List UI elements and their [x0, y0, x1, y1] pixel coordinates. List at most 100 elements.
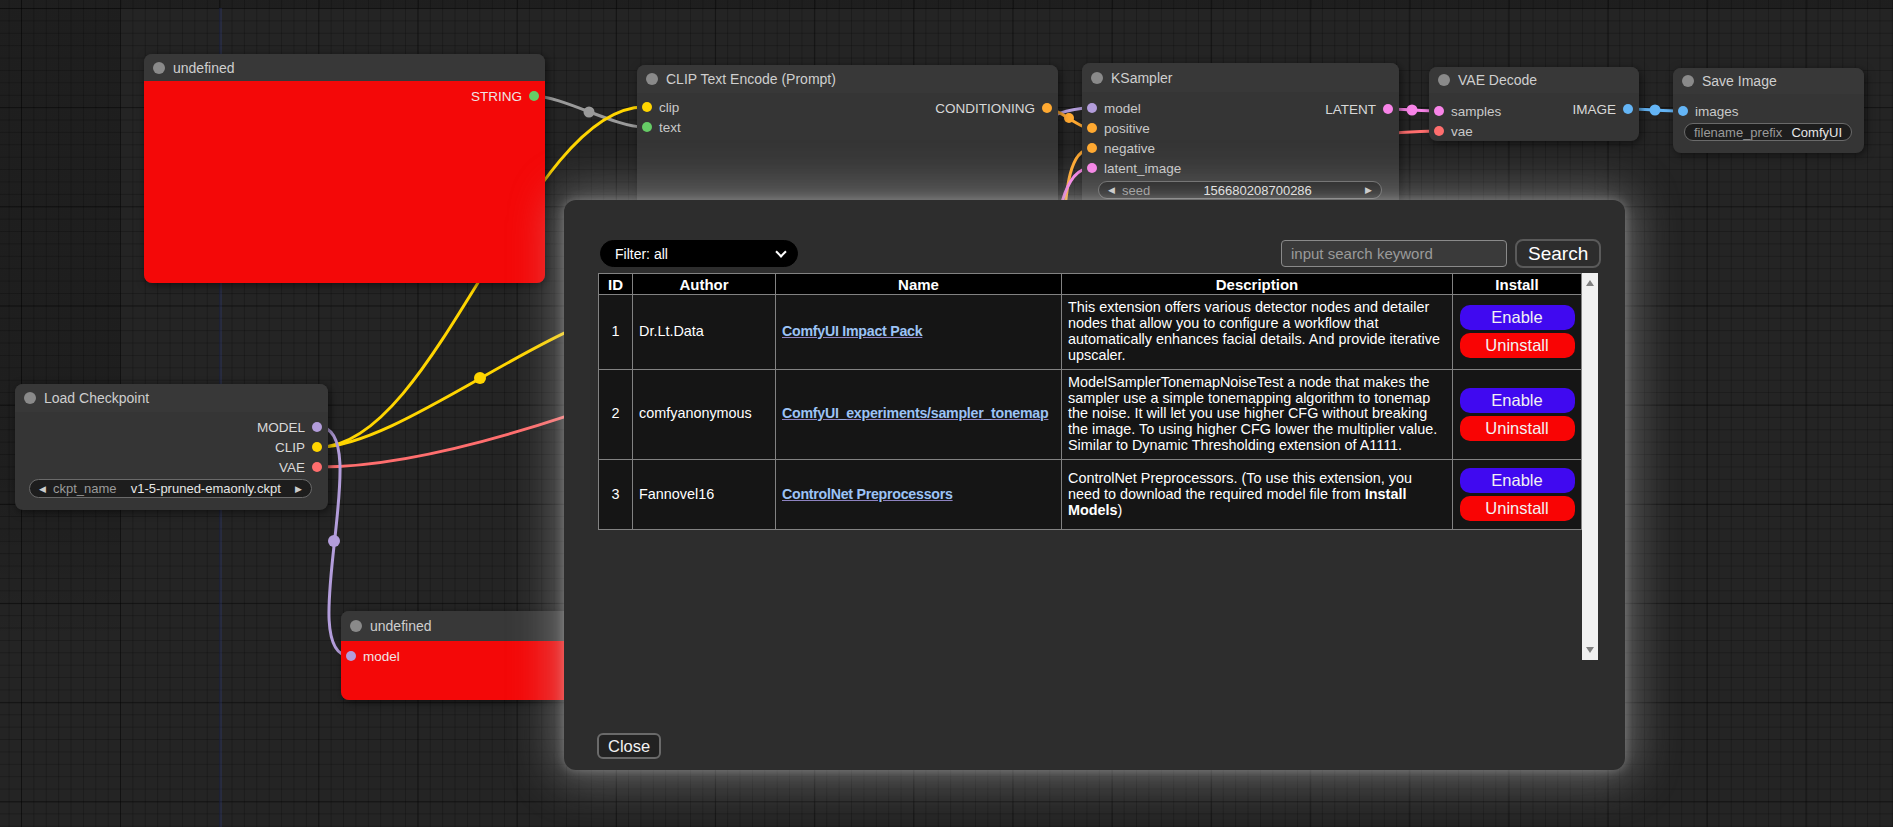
search-button[interactable]: Search: [1515, 239, 1601, 268]
collapse-dot[interactable]: [350, 620, 362, 632]
cell-description: This extension offers various detector n…: [1062, 295, 1453, 370]
increment-arrow-icon[interactable]: ▶: [1365, 185, 1372, 195]
increment-arrow-icon[interactable]: ▶: [295, 484, 302, 494]
output-dot-string[interactable]: [529, 91, 539, 101]
input-dot-vae[interactable]: [1434, 126, 1444, 136]
node-title: Load Checkpoint: [44, 390, 149, 406]
cell-id: 2: [599, 369, 633, 460]
cell-author: comfyanonymous: [633, 369, 776, 460]
node-clip-text-encode[interactable]: CLIP Text Encode (Prompt) clip text COND…: [637, 65, 1058, 211]
input-slot-latent-image: latent_image: [1082, 158, 1399, 178]
extension-link[interactable]: ControlNet Preprocessors: [782, 486, 953, 502]
table-row: 2 comfyanonymous ComfyUI_experiments/sam…: [599, 369, 1582, 460]
input-dot-images[interactable]: [1678, 106, 1688, 116]
output-dot-conditioning[interactable]: [1042, 103, 1052, 113]
node-ksampler[interactable]: KSampler model positive negative latent_…: [1082, 63, 1399, 210]
output-slot-image: IMAGE: [1429, 99, 1639, 119]
input-slot-negative: negative: [1082, 138, 1399, 158]
input-dot-latent-image[interactable]: [1087, 163, 1097, 173]
collapse-dot[interactable]: [1682, 75, 1694, 87]
input-dot-negative[interactable]: [1087, 143, 1097, 153]
search-input[interactable]: [1281, 240, 1507, 267]
node-save-image[interactable]: Save Image images filename_prefix ComfyU…: [1673, 68, 1864, 153]
scroll-down-icon[interactable]: [1586, 647, 1594, 653]
output-slot-string: STRING: [144, 86, 545, 106]
link-dot[interactable]: [474, 372, 486, 384]
header-author: Author: [633, 274, 776, 295]
graph-canvas[interactable]: undefined STRING CLIP Text Encode (Promp…: [0, 0, 1893, 827]
filename-prefix-widget[interactable]: filename_prefix ComfyUI: [1684, 123, 1852, 141]
enable-button[interactable]: Enable: [1460, 388, 1575, 413]
input-slot-text: text: [637, 117, 1058, 137]
input-dot-model[interactable]: [346, 651, 356, 661]
output-slot-conditioning: CONDITIONING: [637, 98, 1058, 118]
output-dot-latent[interactable]: [1383, 104, 1393, 114]
collapse-dot[interactable]: [24, 392, 36, 404]
link-dot[interactable]: [1650, 105, 1661, 116]
node-title: CLIP Text Encode (Prompt): [666, 71, 836, 87]
extension-link[interactable]: ComfyUI_experiments/sampler_tonemap: [782, 405, 1048, 421]
cell-install: Enable Uninstall: [1453, 369, 1582, 460]
cell-name: ComfyUI Impact Pack: [776, 295, 1062, 370]
cell-description: ModelSamplerTonemapNoiseTest a node that…: [1062, 369, 1453, 460]
input-slot-model: model: [341, 646, 601, 666]
node-undefined-top[interactable]: undefined STRING: [144, 54, 545, 283]
input-dot-positive[interactable]: [1087, 123, 1097, 133]
input-slot-positive: positive: [1082, 118, 1399, 138]
node-undefined-bottom[interactable]: undefined model: [341, 611, 601, 700]
vertical-scrollbar[interactable]: [1582, 273, 1598, 660]
close-button[interactable]: Close: [597, 733, 661, 759]
input-slot-vae: vae: [1429, 121, 1639, 141]
cell-install: Enable Uninstall: [1453, 295, 1582, 370]
output-slot-clip: CLIP: [15, 437, 328, 457]
cell-author: Dr.Lt.Data: [633, 295, 776, 370]
enable-button[interactable]: Enable: [1460, 305, 1575, 330]
output-dot-vae[interactable]: [312, 462, 322, 472]
extension-link[interactable]: ComfyUI Impact Pack: [782, 323, 922, 339]
output-dot-image[interactable]: [1623, 104, 1633, 114]
table-row: 1 Dr.Lt.Data ComfyUI Impact Pack This ex…: [599, 295, 1582, 370]
collapse-dot[interactable]: [646, 73, 658, 85]
output-dot-clip[interactable]: [312, 442, 322, 452]
output-dot-model[interactable]: [312, 422, 322, 432]
input-dot-text[interactable]: [642, 122, 652, 132]
decrement-arrow-icon[interactable]: ◀: [39, 484, 46, 494]
cell-name: ControlNet Preprocessors: [776, 460, 1062, 530]
cell-description: ControlNet Preprocessors. (To use this e…: [1062, 460, 1453, 530]
uninstall-button[interactable]: Uninstall: [1460, 496, 1575, 521]
collapse-dot[interactable]: [1091, 72, 1103, 84]
cell-id: 1: [599, 295, 633, 370]
table-row: 3 Fannovel16 ControlNet Preprocessors Co…: [599, 460, 1582, 530]
input-slot-images: images: [1673, 101, 1864, 121]
link-dot[interactable]: [584, 107, 595, 118]
node-title: undefined: [173, 60, 235, 76]
table-header-row: ID Author Name Description Install: [599, 274, 1582, 295]
header-install: Install: [1453, 274, 1582, 295]
node-load-checkpoint[interactable]: Load Checkpoint MODEL CLIP VAE ◀ ckpt_na…: [15, 384, 328, 510]
header-name: Name: [776, 274, 1062, 295]
link-dot[interactable]: [328, 535, 340, 547]
manager-extension-dialog: Filter: all Search ID Author Name Descri…: [564, 200, 1625, 770]
seed-widget[interactable]: ◀ seed 156680208700286 ▶: [1098, 181, 1382, 199]
uninstall-button[interactable]: Uninstall: [1460, 333, 1575, 358]
enable-button[interactable]: Enable: [1460, 468, 1575, 493]
header-description: Description: [1062, 274, 1453, 295]
cell-install: Enable Uninstall: [1453, 460, 1582, 530]
node-title: VAE Decode: [1458, 72, 1537, 88]
node-title: Save Image: [1702, 73, 1777, 89]
link-dot[interactable]: [1407, 105, 1418, 116]
decrement-arrow-icon[interactable]: ◀: [1108, 185, 1115, 195]
cell-author: Fannovel16: [633, 460, 776, 530]
node-vae-decode[interactable]: VAE Decode samples vae IMAGE: [1429, 67, 1639, 141]
filter-select[interactable]: Filter: all: [600, 240, 798, 267]
output-slot-model: MODEL: [15, 417, 328, 437]
node-title: undefined: [370, 618, 432, 634]
scroll-up-icon[interactable]: [1586, 280, 1594, 286]
extension-table-container: ID Author Name Description Install 1 Dr.…: [598, 273, 1598, 660]
cell-id: 3: [599, 460, 633, 530]
link-dot[interactable]: [1064, 113, 1074, 123]
ckpt-name-widget[interactable]: ◀ ckpt_name v1-5-pruned-emaonly.ckpt ▶: [29, 479, 312, 498]
collapse-dot[interactable]: [153, 62, 165, 74]
collapse-dot[interactable]: [1438, 74, 1450, 86]
uninstall-button[interactable]: Uninstall: [1460, 416, 1575, 441]
